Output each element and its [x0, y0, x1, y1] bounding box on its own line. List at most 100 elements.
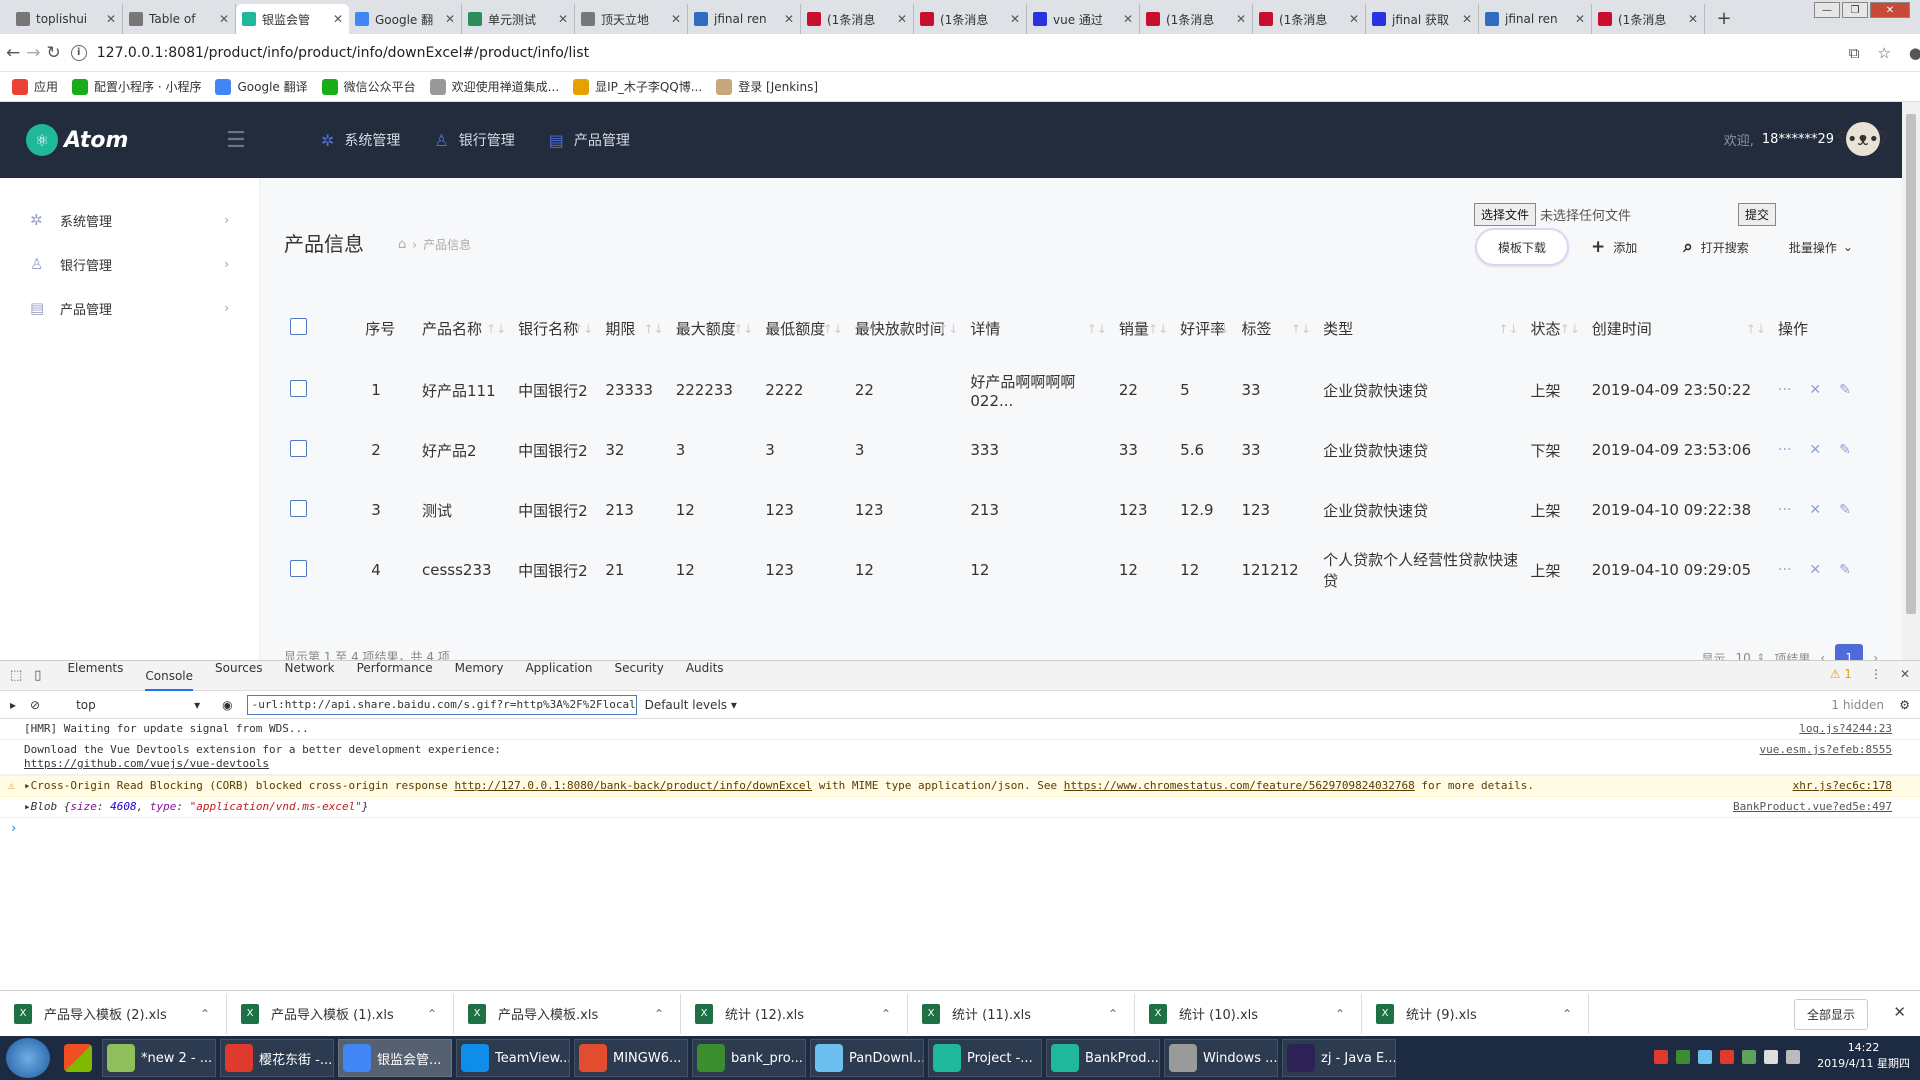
row-checkbox[interactable]: [290, 439, 307, 457]
download-item[interactable]: X 统计 (10).xls ⌃: [1135, 993, 1362, 1034]
sort-icon[interactable]: ↑↓: [1087, 322, 1107, 336]
expand-arrow-icon[interactable]: ▸: [24, 779, 31, 792]
forward-icon[interactable]: →: [26, 39, 40, 67]
column-header[interactable]: 类型 ↑↓: [1317, 296, 1524, 360]
browser-tab[interactable]: (1条消息 ✕: [914, 4, 1027, 34]
network-icon[interactable]: [1786, 1050, 1800, 1064]
bookmark-item[interactable]: 显IP_木子李QQ博...: [573, 78, 702, 95]
devtools-tab-network[interactable]: Network: [285, 661, 335, 691]
tab-close-icon[interactable]: ✕: [1123, 12, 1133, 26]
console-settings-icon[interactable]: ⚙: [1899, 698, 1910, 712]
topnav-system[interactable]: ✲ 系统管理: [321, 130, 400, 150]
chevron-up-icon[interactable]: ⌃: [1562, 1007, 1572, 1021]
devtools-tab-memory[interactable]: Memory: [455, 661, 504, 691]
page-1-button[interactable]: 1: [1835, 644, 1864, 660]
chevron-up-icon[interactable]: ⌃: [1335, 1007, 1345, 1021]
app-logo[interactable]: ⚛ Atom: [26, 124, 206, 156]
sidebar-toggle-icon[interactable]: ▸: [10, 698, 16, 712]
devtools-tab-application[interactable]: Application: [525, 661, 592, 691]
select-all-checkbox[interactable]: [290, 317, 307, 335]
tab-close-icon[interactable]: ✕: [1236, 12, 1246, 26]
tab-close-icon[interactable]: ✕: [219, 12, 229, 26]
choose-file-button[interactable]: 选择文件: [1474, 203, 1537, 226]
source-link[interactable]: xhr.js?ec6c:178: [1793, 779, 1892, 793]
sort-icon[interactable]: ↑↓: [938, 322, 958, 336]
clock[interactable]: 14:22 2019/4/11 星期四: [1817, 1040, 1910, 1072]
chevron-up-icon[interactable]: ⌃: [654, 1007, 664, 1021]
minimize-button[interactable]: —: [1814, 2, 1840, 18]
column-header[interactable]: 标签 ↑↓: [1235, 296, 1317, 360]
sort-icon[interactable]: ↑↓: [1291, 322, 1311, 336]
browser-tab[interactable]: (1条消息 ✕: [1592, 4, 1705, 34]
tab-close-icon[interactable]: ✕: [1575, 12, 1585, 26]
column-header[interactable]: 创建时间 ↑↓: [1586, 296, 1772, 360]
batch-actions-dropdown[interactable]: 批量操作 ⌄: [1789, 239, 1853, 256]
browser-tab[interactable]: (1条消息 ✕: [801, 4, 914, 34]
back-icon[interactable]: ←: [6, 39, 20, 67]
download-item[interactable]: X 产品导入模板 (1).xls ⌃: [227, 993, 454, 1034]
taskbar-button[interactable]: BankProd...: [1046, 1039, 1160, 1077]
bookmark-item[interactable]: 配置小程序 · 小程序: [72, 78, 201, 95]
devtools-tab-console[interactable]: Console: [145, 669, 194, 691]
delete-icon[interactable]: ✕: [1809, 382, 1821, 398]
tray-app-icon[interactable]: [1676, 1050, 1690, 1064]
browser-tab[interactable]: (1条消息 ✕: [1140, 4, 1253, 34]
sort-icon[interactable]: ↑↓: [1148, 322, 1168, 336]
edit-icon[interactable]: ✎: [1839, 382, 1851, 398]
bookmark-item[interactable]: Google 翻译: [215, 78, 308, 95]
download-item[interactable]: X 产品导入模板 (2).xls ⌃: [0, 993, 227, 1034]
close-downloads-icon[interactable]: ✕: [1893, 1003, 1906, 1021]
log-levels-dropdown[interactable]: Default levels ▾: [645, 698, 737, 712]
console-prompt[interactable]: ›: [0, 818, 1920, 838]
browser-tab[interactable]: 顶天立地 ✕: [575, 4, 688, 34]
download-item[interactable]: X 统计 (11).xls ⌃: [908, 993, 1135, 1034]
column-header[interactable]: 状态 ↑↓: [1525, 296, 1586, 360]
chevron-up-icon[interactable]: ⌃: [1108, 1007, 1118, 1021]
more-icon[interactable]: ···: [1778, 442, 1791, 458]
submit-button[interactable]: 提交: [1738, 203, 1777, 226]
sidebar-item-system[interactable]: ✲ 系统管理 ›: [0, 198, 259, 242]
reload-icon[interactable]: ↻: [47, 39, 61, 67]
column-header[interactable]: 最快放款时间 ↑↓: [849, 296, 965, 360]
info-icon[interactable]: i: [70, 44, 87, 61]
download-item[interactable]: X 统计 (12).xls ⌃: [681, 993, 908, 1034]
source-link[interactable]: vue.esm.js?efeb:8555: [1760, 743, 1892, 757]
volume-icon[interactable]: [1764, 1050, 1778, 1064]
user-menu[interactable]: 欢迎, 18******29 ʕ•ᴥ•ʔ: [1724, 122, 1888, 156]
column-header[interactable]: 销量 ↑↓: [1113, 296, 1174, 360]
page-scrollbar[interactable]: [1902, 102, 1920, 660]
start-button[interactable]: [6, 1038, 50, 1078]
tab-close-icon[interactable]: ✕: [1349, 12, 1359, 26]
profile-icon[interactable]: ●: [1909, 44, 1920, 62]
sidebar-item-bank[interactable]: ♙ 银行管理 ›: [0, 242, 259, 286]
tray-app-icon[interactable]: [1698, 1050, 1712, 1064]
browser-tab[interactable]: (1条消息 ✕: [1253, 4, 1366, 34]
open-search-button[interactable]: ⌕ 打开搜索: [1683, 237, 1749, 257]
chevron-up-icon[interactable]: ⌃: [881, 1007, 891, 1021]
browser-tab[interactable]: Table of ✕: [123, 4, 236, 34]
column-header[interactable]: 最低额度 ↑↓: [759, 296, 849, 360]
column-header[interactable]: 银行名称 ↑↓: [512, 296, 599, 360]
edit-icon[interactable]: ✎: [1839, 562, 1851, 578]
bookmark-item[interactable]: 微信公众平台: [321, 78, 416, 95]
table-row[interactable]: 2 好产品2 中国银行2 32 3 3 3 333 33 5.6 33 企业贷款快速贷 下架 2019-0…: [284, 420, 1890, 480]
delete-icon[interactable]: ✕: [1809, 502, 1821, 518]
pinned-windows-icon[interactable]: [58, 1039, 98, 1077]
column-header[interactable]: 序号: [345, 296, 416, 360]
browser-tab[interactable]: jfinal 获取 ✕: [1366, 4, 1479, 34]
translate-icon[interactable]: ⧉: [1849, 44, 1860, 62]
next-page-icon[interactable]: ›: [1873, 651, 1878, 660]
devtools-menu-icon[interactable]: ⋮: [1870, 667, 1882, 681]
taskbar-button[interactable]: bank_pro...: [692, 1039, 806, 1077]
url-field[interactable]: i 127.0.0.1:8081/product/info/product/in…: [70, 39, 1721, 67]
vue-devtools-link[interactable]: https://github.com/vuejs/vue-devtools: [24, 757, 269, 770]
tab-close-icon[interactable]: ✕: [897, 12, 907, 26]
tray-app-icon[interactable]: [1720, 1050, 1734, 1064]
taskbar-button[interactable]: zj - Java E...: [1282, 1039, 1396, 1077]
sort-icon[interactable]: ↑↓: [823, 322, 843, 336]
more-icon[interactable]: ···: [1778, 502, 1791, 518]
tab-close-icon[interactable]: ✕: [445, 12, 455, 26]
devtools-tab-elements[interactable]: Elements: [67, 661, 123, 691]
devtools-close-icon[interactable]: ✕: [1900, 667, 1910, 681]
edit-icon[interactable]: ✎: [1839, 442, 1851, 458]
